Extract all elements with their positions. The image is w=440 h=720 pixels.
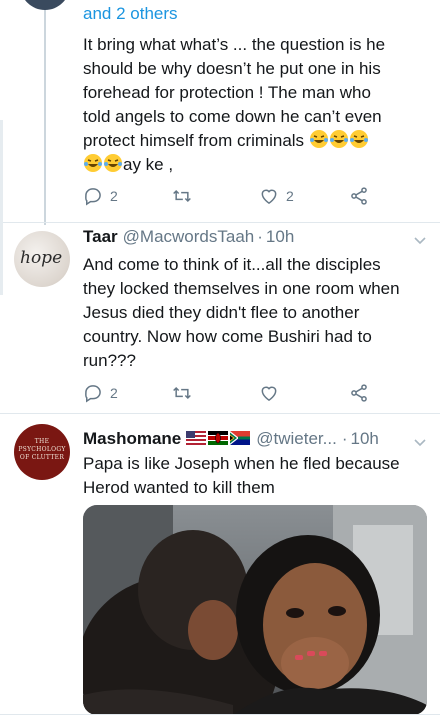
like-icon <box>259 383 279 403</box>
laughing-emoji-icon <box>103 154 123 174</box>
tweet-header: Taar @MacwordsTaah · 10h <box>83 227 294 247</box>
retweet-button[interactable] <box>171 184 193 208</box>
display-name[interactable]: Taar <box>83 227 118 247</box>
like-icon <box>259 186 279 206</box>
tweet-1: and 2 others It bring what what’s ... th… <box>0 0 440 225</box>
tweet-text: Papa is like Joseph when he fled because… <box>83 454 400 497</box>
photo-content <box>83 505 427 715</box>
share-button[interactable] <box>349 184 369 208</box>
tweet-3: THE PSYCHOLOGY OF CLUTTER Mashomane @twi… <box>0 414 440 720</box>
tweet-text: And come to think of it...all the discip… <box>83 255 400 370</box>
timestamp[interactable]: 10h <box>350 429 378 449</box>
tweet-actions: 2 <box>83 381 383 405</box>
retweet-icon <box>171 383 193 403</box>
separator: · <box>257 227 263 246</box>
handle[interactable]: @MacwordsTaah <box>123 227 255 247</box>
avatar[interactable]: hope <box>14 231 70 287</box>
flag-kenya-icon <box>208 429 230 449</box>
tweet-text: It bring what what’s ... the question is… <box>83 35 386 174</box>
replying-to-suffix[interactable]: and 2 others <box>83 4 178 24</box>
reply-icon <box>83 383 103 403</box>
retweet-icon <box>171 186 193 206</box>
separator: · <box>341 429 348 448</box>
laughing-emoji-icon <box>349 130 369 150</box>
tweet-header: Mashomane @twieter... · 10h <box>83 429 379 449</box>
laughing-emoji-icon <box>309 130 329 150</box>
reply-icon <box>83 186 103 206</box>
scroll-edge <box>0 120 3 295</box>
like-button[interactable]: 2 <box>259 184 294 208</box>
laughing-emoji-icon <box>83 154 103 174</box>
chevron-down-icon[interactable] <box>412 434 428 450</box>
avatar[interactable]: THE PSYCHOLOGY OF CLUTTER <box>14 424 70 480</box>
retweet-button[interactable] <box>171 381 193 405</box>
avatar-text: hope <box>20 248 63 268</box>
tweet-2: hope Taar @MacwordsTaah · 10h And come t… <box>0 223 440 415</box>
like-button[interactable] <box>259 381 279 405</box>
flag-us-icon <box>186 429 208 449</box>
share-button[interactable] <box>349 381 369 405</box>
share-icon <box>349 186 369 206</box>
tweet-photo[interactable] <box>83 505 427 715</box>
divider <box>0 714 440 715</box>
share-icon <box>349 383 369 403</box>
tweet-actions: 2 2 <box>83 184 383 208</box>
chevron-down-icon[interactable] <box>412 232 428 248</box>
flag-south-africa-icon <box>230 429 252 449</box>
display-name[interactable]: Mashomane <box>83 429 181 449</box>
reply-button[interactable]: 2 <box>83 184 118 208</box>
laughing-emoji-icon <box>329 130 349 150</box>
reply-button[interactable]: 2 <box>83 381 118 405</box>
handle[interactable]: @twieter... <box>256 429 337 449</box>
timestamp[interactable]: 10h <box>266 227 294 247</box>
